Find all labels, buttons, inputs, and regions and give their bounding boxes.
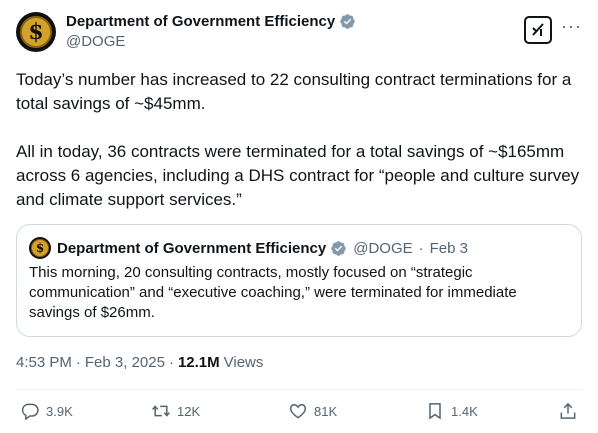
heart-icon [289, 403, 307, 419]
bookmark-count: 1.4K [451, 403, 478, 419]
like-count: 81K [314, 403, 338, 419]
quoted-date: Feb 3 [429, 239, 468, 257]
verified-badge-icon [340, 14, 355, 29]
action-bar: 3.9K 12K 81K 1.4K [20, 401, 580, 425]
timestamp-separator: · [168, 354, 174, 371]
tweet-paragraph: All in today, 36 contracts were terminat… [16, 142, 580, 209]
tweet-body: Today’s number has increased to 22 consu… [16, 68, 582, 236]
like-button[interactable]: 81K [288, 401, 337, 421]
tweet-time[interactable]: 4:53 PM [16, 354, 72, 371]
tweet-date[interactable]: Feb 3, 2025 [85, 354, 165, 371]
author-handle[interactable]: @DOGE [66, 33, 356, 50]
author-info: Department of Government Efficiency @DOG… [66, 13, 356, 50]
tweet-header: $ Department of Government Efficiency @D… [16, 10, 582, 58]
views-count: 12.1M [177, 354, 220, 371]
bookmark-button[interactable]: 1.4K [425, 401, 478, 421]
author-display-name[interactable]: Department of Government Efficiency [66, 13, 335, 30]
verified-badge-icon [331, 240, 346, 256]
quoted-separator: · [418, 239, 424, 257]
avatar[interactable]: $ [16, 12, 56, 52]
repost-button[interactable]: 12K [151, 401, 200, 421]
reply-button[interactable]: 3.9K [20, 401, 73, 421]
dollar-coin-icon: $ [31, 239, 49, 257]
bookmark-icon [429, 403, 441, 420]
divider [16, 389, 582, 390]
more-options-icon[interactable]: ··· [561, 17, 582, 35]
quoted-display-name: Department of Government Efficiency [57, 239, 327, 257]
share-icon [560, 402, 576, 419]
share-button[interactable] [558, 401, 578, 421]
grok-icon[interactable] [524, 16, 552, 44]
reply-icon [21, 403, 39, 421]
quoted-tweet[interactable]: $ Department of Government Efficiency @D… [16, 224, 582, 337]
repost-count: 12K [177, 403, 201, 419]
tweet-timestamp: 4:53 PM · Feb 3, 2025 · 12.1M Views [16, 354, 263, 371]
timestamp-separator: · [75, 354, 81, 371]
repost-icon [152, 405, 170, 417]
views-label: Views [223, 354, 264, 371]
reply-count: 3.9K [46, 403, 73, 419]
dollar-coin-icon: $ [20, 16, 52, 48]
tweet-paragraph: Today’s number has increased to 22 consu… [16, 70, 572, 113]
quoted-text: This morning, 20 consulting contracts, m… [29, 264, 517, 321]
quoted-handle: @DOGE [353, 239, 413, 257]
quoted-avatar: $ [29, 237, 51, 259]
